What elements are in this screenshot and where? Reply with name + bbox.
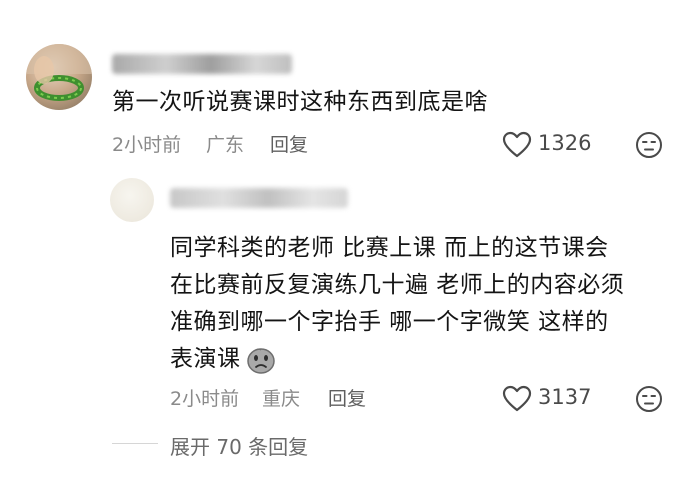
heart-icon bbox=[502, 131, 532, 158]
comment-time: 2小时前 bbox=[112, 134, 182, 156]
comment-location: 广东 bbox=[206, 134, 245, 156]
reply-dislike-button[interactable] bbox=[635, 385, 663, 417]
avatar[interactable] bbox=[26, 44, 92, 110]
sad-face-emoji-icon bbox=[246, 347, 275, 374]
dislike-button[interactable] bbox=[635, 131, 663, 163]
comment-text: 第一次听说赛课时这种东西到底是啥 bbox=[112, 89, 488, 115]
like-count: 1326 bbox=[538, 131, 592, 155]
reply-like-count: 3137 bbox=[538, 385, 592, 409]
reply-like-button[interactable] bbox=[502, 385, 532, 417]
username-blurred[interactable] bbox=[112, 54, 292, 74]
reply-avatar[interactable] bbox=[110, 178, 154, 222]
reply-text-line: 同学科类的老师 比赛上课 而上的这节课会 bbox=[170, 235, 609, 261]
reply-location: 重庆 bbox=[262, 388, 301, 410]
reply-text-line: 准确到哪一个字抬手 哪一个字微笑 这样的 bbox=[170, 309, 609, 335]
reply-time: 2小时前 bbox=[170, 388, 240, 410]
bead-bracelet-image bbox=[26, 44, 92, 101]
like-button[interactable] bbox=[502, 131, 532, 163]
expand-replies-button[interactable]: 展开 70 条回复 bbox=[170, 431, 308, 460]
heart-icon bbox=[502, 385, 532, 412]
reply-text-line: 在比赛前反复演练几十遍 老师上的内容必须 bbox=[170, 272, 625, 298]
unhappy-face-icon bbox=[636, 386, 662, 412]
reply-text-line: 表演课 bbox=[170, 346, 241, 372]
reply-username-blurred[interactable] bbox=[170, 188, 348, 208]
divider bbox=[112, 443, 158, 444]
reply-text: 同学科类的老师 比赛上课 而上的这节课会 在比赛前反复演练几十遍 老师上的内容必… bbox=[170, 230, 624, 378]
unhappy-face-icon bbox=[636, 132, 662, 158]
reply-button[interactable]: 回复 bbox=[328, 384, 366, 411]
reply-button[interactable]: 回复 bbox=[270, 130, 308, 157]
